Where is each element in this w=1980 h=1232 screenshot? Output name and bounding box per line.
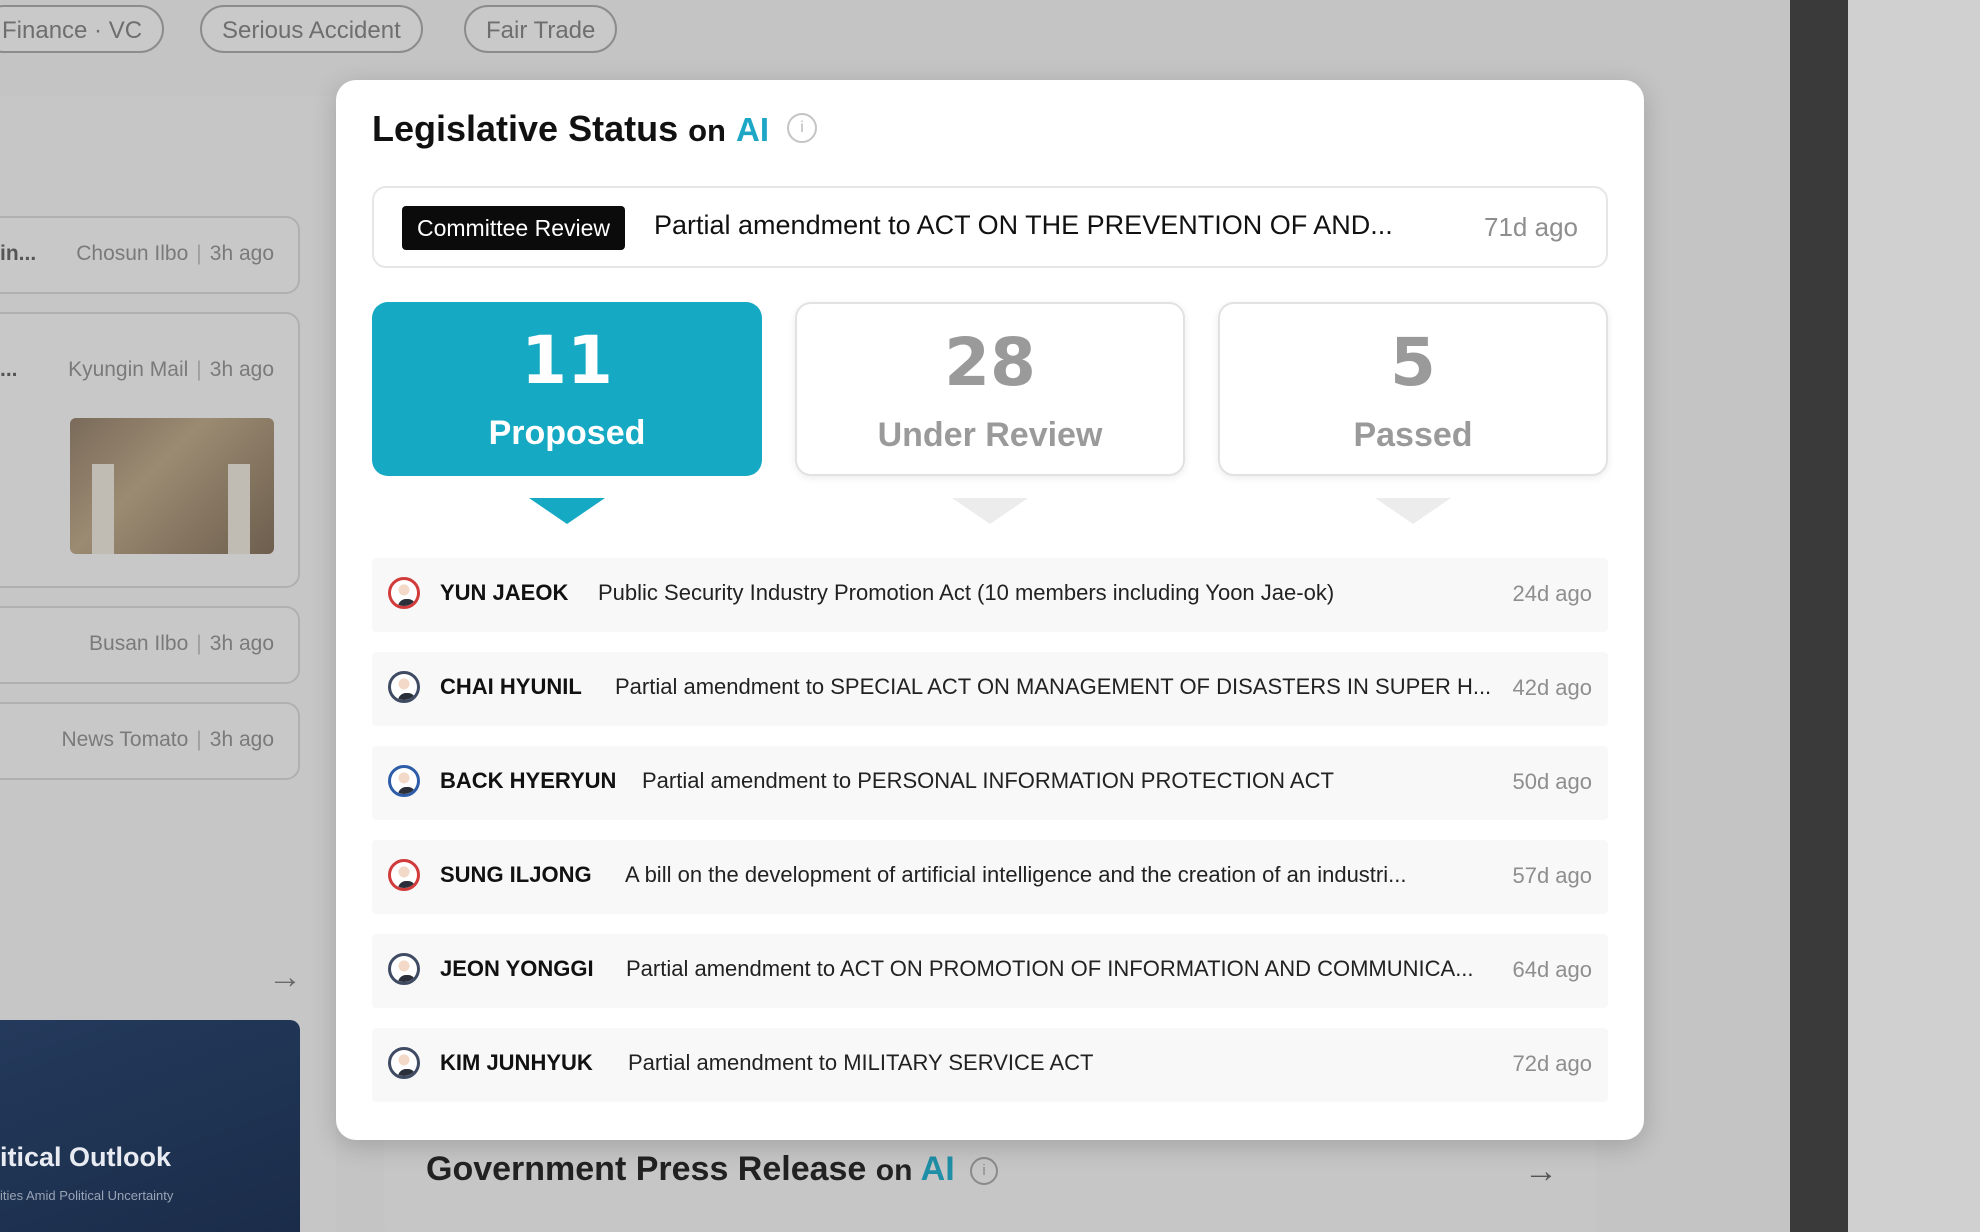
arrow-right-icon[interactable]: → xyxy=(268,958,302,997)
modal-title-text: Legislative Status xyxy=(372,108,679,149)
gov-press-title: Government Press Release on AI i xyxy=(426,1150,999,1189)
bill-row[interactable]: KIM JUNHYUK Partial amendment to MILITAR… xyxy=(372,1028,1608,1102)
bill-title: Public Security Industry Promotion Act (… xyxy=(598,580,1335,605)
latest-bill-banner[interactable]: Committee Review Partial amendment to AC… xyxy=(372,186,1608,268)
bill-title: Partial amendment to MILITARY SERVICE AC… xyxy=(628,1050,1094,1075)
bill-row[interactable]: SUNG ILJONG A bill on the development of… xyxy=(372,840,1608,914)
caret-icon xyxy=(1375,498,1451,524)
modal-title-on: on xyxy=(688,113,726,148)
bill-time: 42d ago xyxy=(1512,675,1592,700)
bill-time: 57d ago xyxy=(1512,863,1592,888)
news-title: in... xyxy=(0,242,37,265)
side-scrollbar xyxy=(1790,0,1848,1232)
avatar xyxy=(388,765,420,797)
bill-time: 24d ago xyxy=(1512,581,1592,606)
news-meta: News Tomato | 3h ago xyxy=(61,728,274,751)
bill-time: 64d ago xyxy=(1512,957,1592,982)
bill-time: 72d ago xyxy=(1512,1051,1592,1076)
promo-banner[interactable]: itical Outlook ities Amid Political Unce… xyxy=(0,1020,300,1232)
caret-icon xyxy=(952,498,1028,524)
stat-count: 28 xyxy=(944,324,1036,401)
stat-under-review[interactable]: 28 Under Review xyxy=(795,302,1185,476)
news-source: Chosun Ilbo xyxy=(76,242,189,265)
bill-time: 50d ago xyxy=(1512,769,1592,794)
arrow-right-icon[interactable]: → xyxy=(1524,1152,1558,1191)
legislative-status-modal: Legislative Status on AI i Committee Rev… xyxy=(336,80,1644,1140)
tag-fair-trade[interactable]: Fair Trade xyxy=(464,5,618,53)
latest-bill-time: 71d ago xyxy=(1484,212,1578,242)
flag-shape xyxy=(228,464,250,554)
promo-title: itical Outlook xyxy=(0,1142,172,1172)
news-meta: Chosun Ilbo | 3h ago xyxy=(76,242,274,265)
bill-title: Partial amendment to ACT ON PROMOTION OF… xyxy=(626,956,1474,981)
flag-shape xyxy=(92,464,114,554)
modal-title-ai: AI xyxy=(736,111,770,148)
news-time: 3h ago xyxy=(209,242,274,265)
news-time: 3h ago xyxy=(209,358,274,381)
modal-title: Legislative Status on AI i xyxy=(372,108,818,150)
info-icon[interactable]: i xyxy=(970,1157,999,1186)
avatar xyxy=(388,953,420,985)
news-meta: Kyungin Mail | 3h ago xyxy=(68,358,274,381)
stat-label: Passed xyxy=(1353,416,1473,454)
news-meta: Busan Ilbo | 3h ago xyxy=(89,632,274,655)
tag-finance-vc[interactable]: Finance · VC xyxy=(0,5,165,53)
status-badge: Committee Review xyxy=(402,206,625,250)
gov-press-title-text: Government Press Release xyxy=(426,1150,867,1188)
bill-title: Partial amendment to PERSONAL INFORMATIO… xyxy=(642,768,1334,793)
selected-caret-icon xyxy=(529,498,605,524)
info-icon[interactable]: i xyxy=(787,113,818,144)
avatar xyxy=(388,577,420,609)
stat-count: 11 xyxy=(521,322,613,399)
avatar xyxy=(388,1047,420,1079)
news-source: Kyungin Mail xyxy=(68,358,189,381)
gov-press-on: on xyxy=(875,1154,913,1187)
legislator-name: BACK HYERYUN xyxy=(440,768,617,793)
news-thumbnail[interactable] xyxy=(70,418,274,554)
bill-row[interactable]: JEON YONGGI Partial amendment to ACT ON … xyxy=(372,934,1608,1008)
news-time: 3h ago xyxy=(209,728,274,751)
news-card[interactable]: News Tomato | 3h ago xyxy=(0,702,300,780)
tag-serious-accident[interactable]: Serious Accident xyxy=(200,5,423,53)
bill-row[interactable]: YUN JAEOK Public Security Industry Promo… xyxy=(372,558,1608,632)
news-source: News Tomato xyxy=(61,728,189,751)
stat-count: 5 xyxy=(1390,324,1436,401)
legislator-name: JEON YONGGI xyxy=(440,956,594,981)
legislator-name: KIM JUNHYUK xyxy=(440,1050,593,1075)
bill-title: Partial amendment to SPECIAL ACT ON MANA… xyxy=(615,674,1492,699)
side-panel xyxy=(1848,0,1980,1232)
stat-proposed[interactable]: 11 Proposed xyxy=(372,302,762,476)
news-source: Busan Ilbo xyxy=(89,632,189,655)
stat-label: Proposed xyxy=(488,414,646,452)
legislator-name: SUNG ILJONG xyxy=(440,862,592,887)
news-time: 3h ago xyxy=(209,632,274,655)
stat-label: Under Review xyxy=(877,416,1103,454)
news-title: ... xyxy=(0,358,18,381)
news-card[interactable]: in... Chosun Ilbo | 3h ago xyxy=(0,216,300,294)
bill-row[interactable]: CHAI HYUNIL Partial amendment to SPECIAL… xyxy=(372,652,1608,726)
legislator-name: CHAI HYUNIL xyxy=(440,674,582,699)
bill-title: A bill on the development of artificial … xyxy=(625,862,1407,887)
legislator-name: YUN JAEOK xyxy=(440,580,569,605)
avatar xyxy=(388,671,420,703)
promo-subtitle: ities Amid Political Uncertainty xyxy=(0,1188,174,1203)
latest-bill-title: Partial amendment to ACT ON THE PREVENTI… xyxy=(654,210,1393,240)
avatar xyxy=(388,859,420,891)
stat-passed[interactable]: 5 Passed xyxy=(1218,302,1608,476)
bill-row[interactable]: BACK HYERYUN Partial amendment to PERSON… xyxy=(372,746,1608,820)
gov-press-ai: AI xyxy=(920,1150,955,1188)
news-card[interactable]: Busan Ilbo | 3h ago xyxy=(0,606,300,684)
